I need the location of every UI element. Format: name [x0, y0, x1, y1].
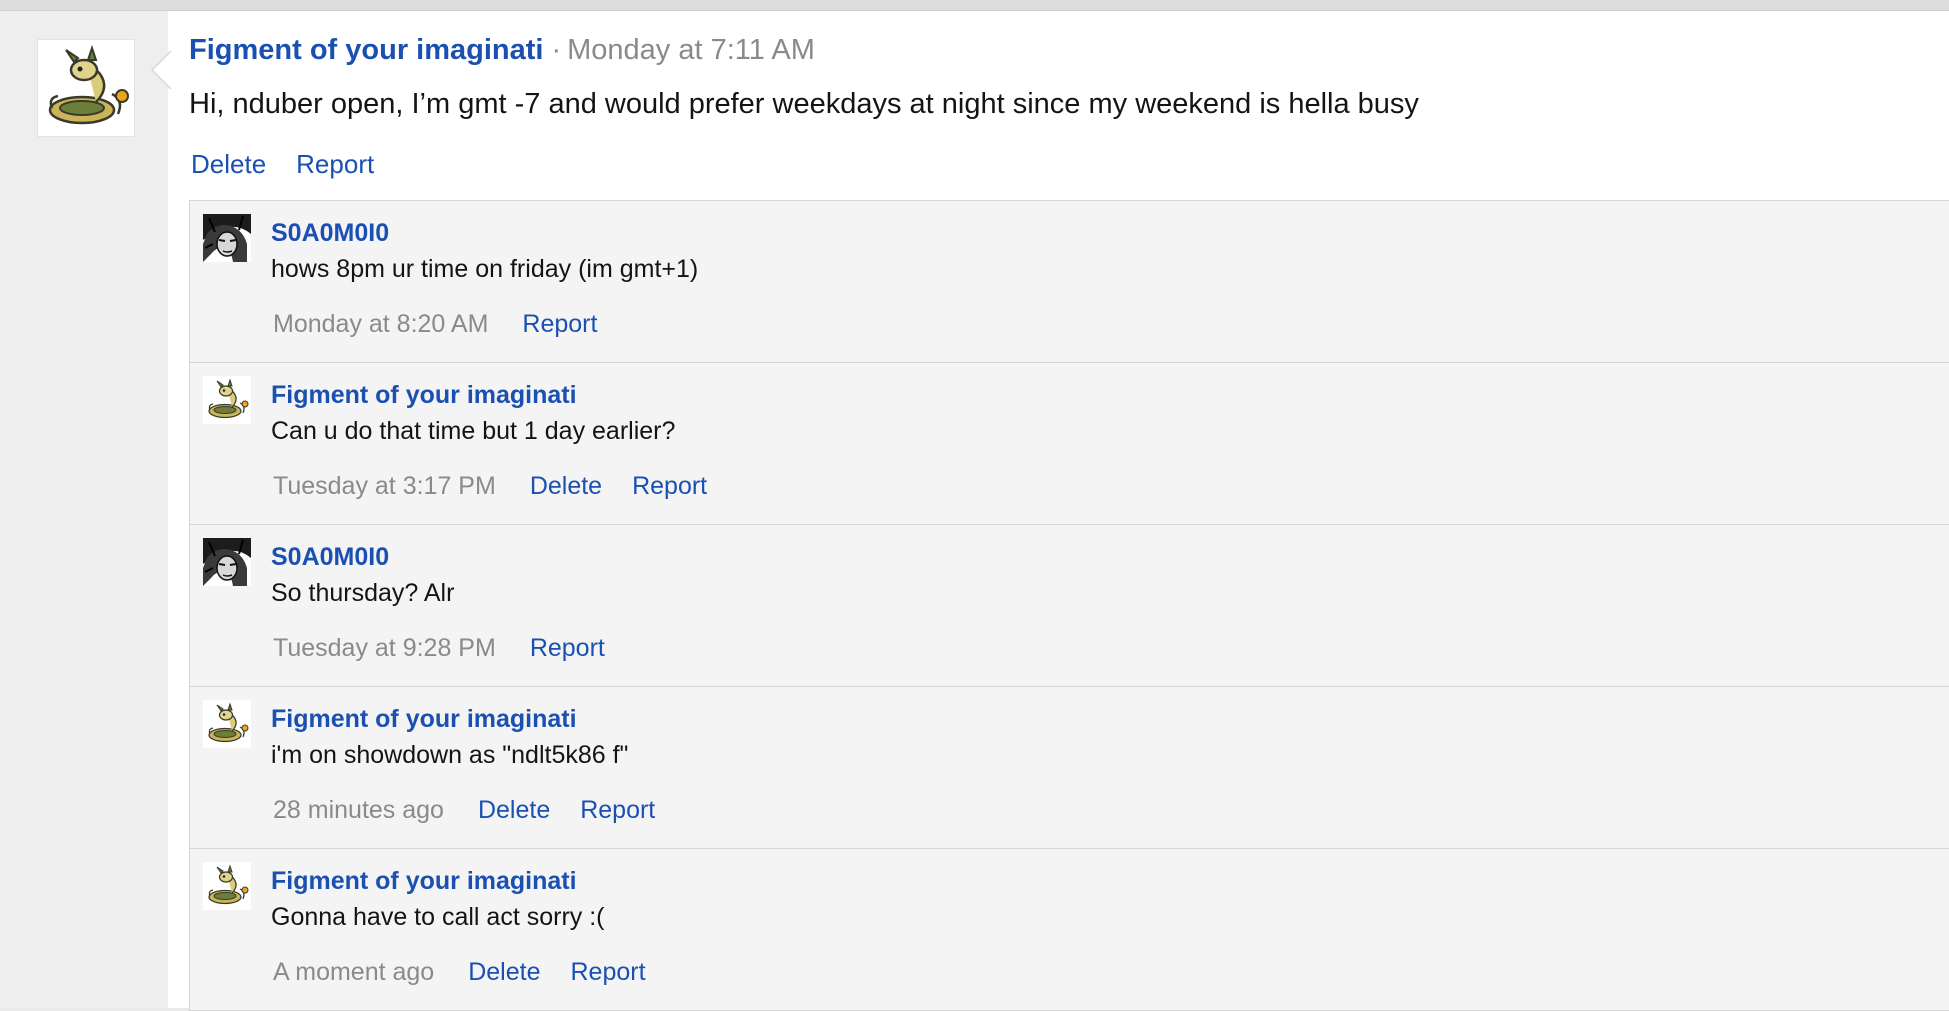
comment-avatar[interactable]	[203, 862, 251, 910]
dragonair-avatar-icon	[203, 862, 251, 910]
comment: Figment of your imaginati i'm on showdown…	[190, 687, 1949, 849]
comment-text: So thursday? Alr	[271, 579, 455, 607]
comment-author-link[interactable]: Figment of your imaginati	[271, 866, 577, 896]
comment-delete-link[interactable]: Delete	[530, 472, 602, 500]
comment-timestamp[interactable]: Tuesday at 3:17 PM	[273, 472, 496, 500]
speech-pointer	[150, 50, 172, 90]
comment-meta: Monday at 8:20 AM Report	[273, 308, 627, 340]
comment-list: S0A0M0I0 hows 8pm ur time on friday (im g…	[189, 200, 1949, 1011]
comment: S0A0M0I0 hows 8pm ur time on friday (im g…	[190, 201, 1949, 363]
comment-report-link[interactable]: Report	[632, 472, 707, 500]
post-author-link[interactable]: Figment of your imaginati	[189, 34, 543, 66]
dragonair-avatar-icon	[203, 376, 251, 424]
comment: S0A0M0I0 So thursday? Alr Tuesday at 9:28 …	[190, 525, 1949, 687]
comment-author-link[interactable]: S0A0M0I0	[271, 542, 389, 572]
comment: Figment of your imaginati Can u do that t…	[190, 363, 1949, 525]
dragonair-avatar-icon	[203, 700, 251, 748]
comment-report-link[interactable]: Report	[580, 796, 655, 824]
comment-avatar[interactable]	[203, 700, 251, 748]
comment-author-link[interactable]: S0A0M0I0	[271, 218, 389, 248]
comment-timestamp[interactable]: Tuesday at 9:28 PM	[273, 634, 496, 662]
post-avatar-column	[0, 11, 168, 1008]
comment-meta: A moment ago Delete Report	[273, 956, 676, 988]
comment-timestamp[interactable]: 28 minutes ago	[273, 796, 444, 824]
post-actions: Delete Report	[191, 146, 404, 182]
sketch-face-avatar-icon	[203, 214, 251, 262]
comment-timestamp[interactable]: A moment ago	[273, 958, 434, 986]
comment-delete-link[interactable]: Delete	[468, 958, 540, 986]
comment-delete-link[interactable]: Delete	[478, 796, 550, 824]
comment-avatar[interactable]	[203, 214, 251, 262]
post-avatar[interactable]	[38, 40, 134, 136]
comment-report-link[interactable]: Report	[522, 310, 597, 338]
comment-text: Gonna have to call act sorry :(	[271, 903, 605, 931]
post-delete-link[interactable]: Delete	[191, 149, 266, 179]
comment-report-link[interactable]: Report	[570, 958, 645, 986]
comment-avatar[interactable]	[203, 376, 251, 424]
post-timestamp[interactable]: Monday at 7:11 AM	[567, 34, 815, 66]
post-header: Figment of your imaginati · Monday at 7:11…	[189, 30, 815, 70]
comment-author-link[interactable]: Figment of your imaginati	[271, 380, 577, 410]
comment-avatar[interactable]	[203, 538, 251, 586]
post-body: Hi, nduber open, I’m gmt -7 and would pr…	[189, 88, 1419, 120]
separator-dot: ·	[551, 34, 562, 66]
comment-meta: Tuesday at 9:28 PM Report	[273, 632, 635, 664]
comment-meta: 28 minutes ago Delete Report	[273, 794, 685, 826]
comment-timestamp[interactable]: Monday at 8:20 AM	[273, 310, 488, 338]
comment: Figment of your imaginati Gonna have to c…	[190, 849, 1949, 1011]
comment-text: i'm on showdown as "ndlt5k86 f"	[271, 741, 629, 769]
dragonair-avatar-icon	[38, 40, 134, 136]
comment-text: hows 8pm ur time on friday (im gmt+1)	[271, 255, 699, 283]
sketch-face-avatar-icon	[203, 538, 251, 586]
comment-author-link[interactable]: Figment of your imaginati	[271, 704, 577, 734]
comment-report-link[interactable]: Report	[530, 634, 605, 662]
comment-meta: Tuesday at 3:17 PM Delete Report	[273, 470, 737, 502]
comment-text: Can u do that time but 1 day earlier?	[271, 417, 676, 445]
post-report-link[interactable]: Report	[296, 149, 374, 179]
top-strip	[0, 0, 1949, 11]
